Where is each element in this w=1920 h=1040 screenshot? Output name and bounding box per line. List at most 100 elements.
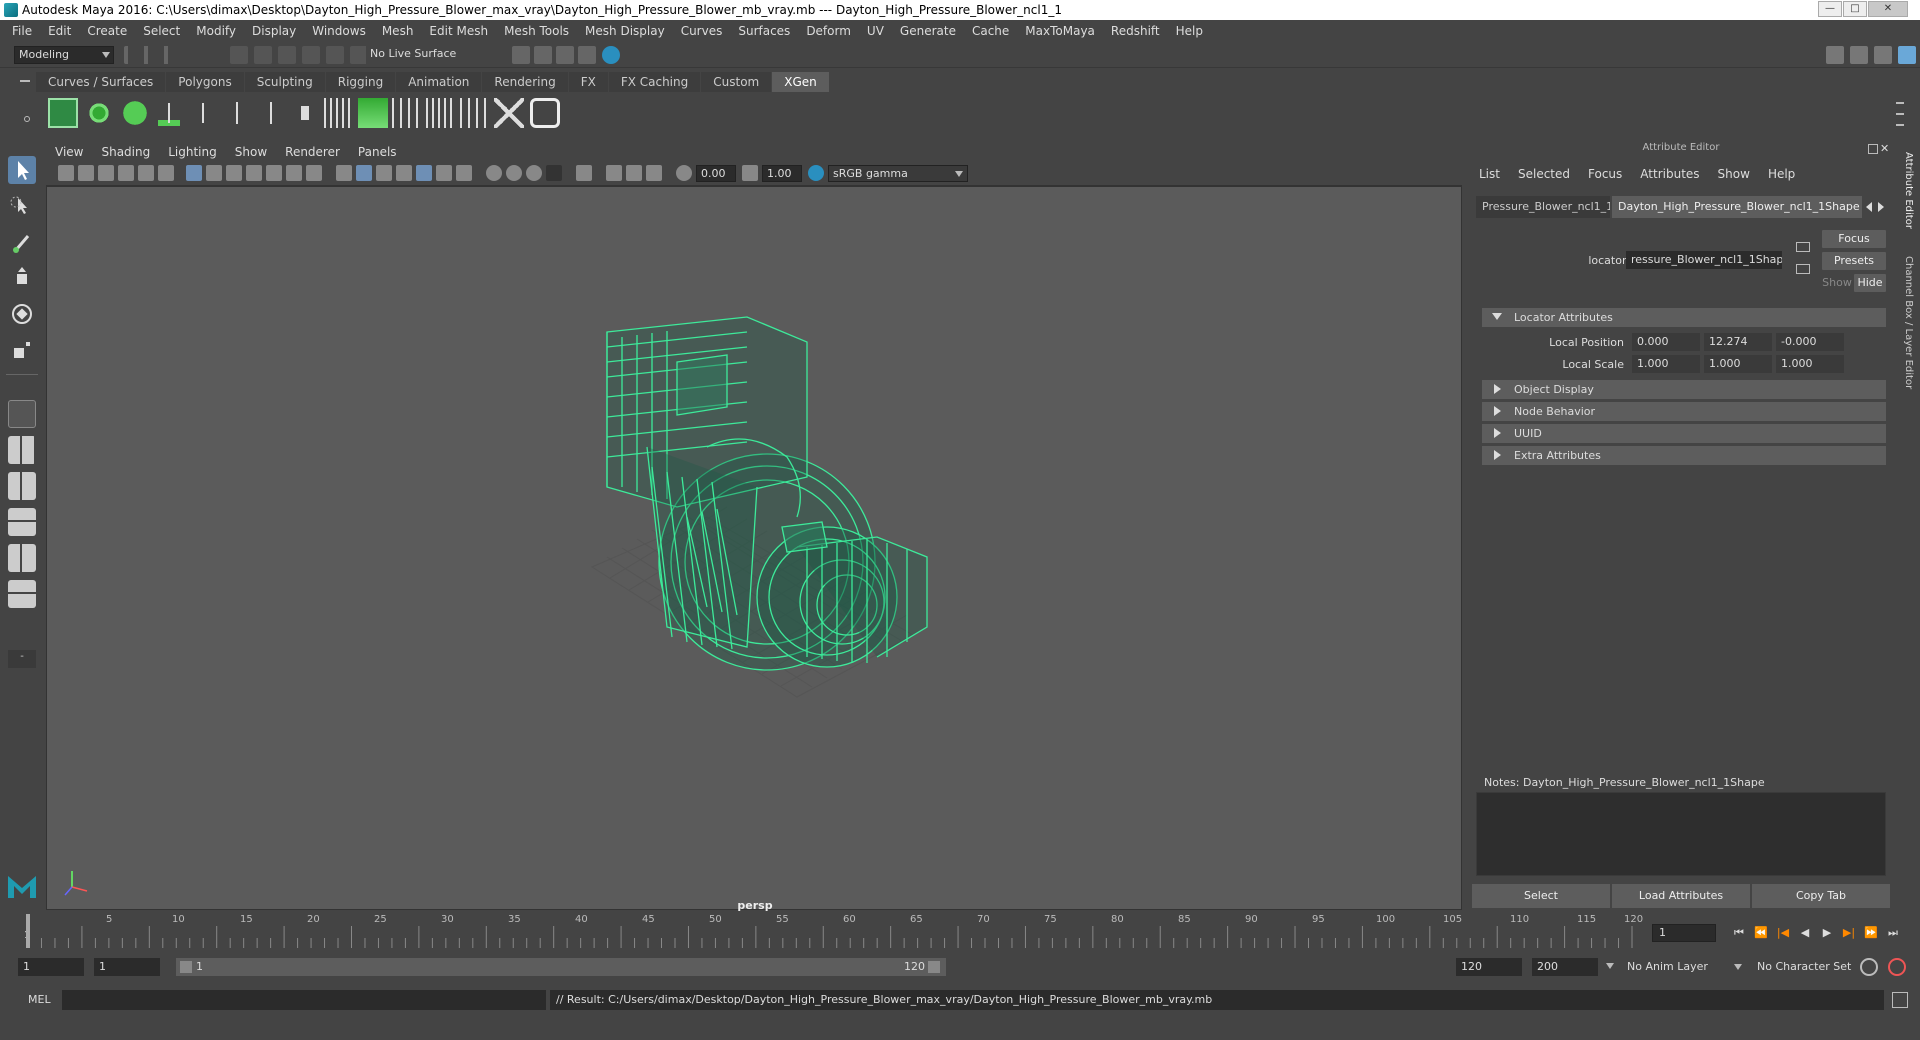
select-node-icon[interactable] xyxy=(1796,264,1810,274)
ambient-occlusion-icon[interactable] xyxy=(526,165,542,181)
shelf-tab-fx[interactable]: FX xyxy=(568,72,608,92)
shelf-tab-custom[interactable]: Custom xyxy=(701,72,772,92)
scale-tool-icon[interactable] xyxy=(8,336,36,364)
bookmark-icon[interactable] xyxy=(98,165,114,181)
local-position-y[interactable]: 12.274 xyxy=(1704,333,1772,351)
wireframe-on-shaded-icon[interactable] xyxy=(396,165,412,181)
xray-icon[interactable] xyxy=(416,165,432,181)
menu-cache[interactable]: Cache xyxy=(964,20,1017,42)
isolate-select-icon[interactable] xyxy=(576,165,592,181)
show-button[interactable]: Show xyxy=(1822,274,1852,292)
layout-side-by-side-icon[interactable] xyxy=(8,472,36,500)
section-node-behavior[interactable]: Node Behavior xyxy=(1482,402,1886,421)
focus-button[interactable]: Focus xyxy=(1822,230,1886,248)
close-button[interactable]: ✕ xyxy=(1868,1,1908,17)
hypershade-icon[interactable] xyxy=(602,46,620,64)
float-panel-icon[interactable] xyxy=(1868,144,1878,154)
attr-menu-help[interactable]: Help xyxy=(1759,167,1804,181)
select-tool-icon[interactable] xyxy=(8,156,36,184)
command-input[interactable] xyxy=(62,990,546,1010)
play-forwards-icon[interactable]: ▶ xyxy=(1820,926,1834,940)
place-guide-icon[interactable] xyxy=(154,98,184,128)
viewport-menu-shading[interactable]: Shading xyxy=(92,145,159,159)
camera-attributes-icon[interactable] xyxy=(138,165,154,181)
groom-icon[interactable] xyxy=(392,98,422,128)
color-space-dropdown[interactable]: sRGB gamma xyxy=(828,165,968,182)
tab-transform-node[interactable]: Pressure_Blower_ncl1_1 xyxy=(1476,196,1610,218)
render-frame-icon[interactable] xyxy=(512,46,530,64)
playback-start-field[interactable]: 1 xyxy=(94,958,160,976)
film-gate-icon[interactable] xyxy=(206,165,222,181)
play-backwards-icon[interactable]: ◀ xyxy=(1798,926,1812,940)
start-time-field[interactable]: 1 xyxy=(18,958,84,976)
move-tool-icon[interactable] xyxy=(8,264,36,292)
locator-name-field[interactable]: ressure_Blower_ncl1_1Shape xyxy=(1626,251,1782,269)
2d-pan-zoom-icon[interactable] xyxy=(158,165,174,181)
viewport-menu-lighting[interactable]: Lighting xyxy=(159,145,226,159)
range-slider[interactable]: 1 120 xyxy=(176,958,946,976)
color-management-icon[interactable] xyxy=(808,165,824,181)
local-scale-x[interactable]: 1.000 xyxy=(1632,355,1700,373)
viewport-menu-view[interactable]: View xyxy=(46,145,92,159)
perspective-viewport[interactable]: persp xyxy=(46,186,1462,912)
menu-mesh-display[interactable]: Mesh Display xyxy=(577,20,673,42)
shelf-scroll-icon[interactable] xyxy=(1896,98,1904,128)
step-forward-key-icon[interactable]: ▶| xyxy=(1842,926,1856,940)
channel-box-toggle-icon[interactable] xyxy=(1874,46,1892,64)
local-position-x[interactable]: 0.000 xyxy=(1632,333,1700,351)
load-attributes-button[interactable]: Load Attributes xyxy=(1612,884,1750,908)
section-object-display[interactable]: Object Display xyxy=(1482,380,1886,399)
live-surface-field[interactable]: No Live Surface xyxy=(366,46,462,64)
range-start-handle[interactable] xyxy=(180,961,192,973)
menu-generate[interactable]: Generate xyxy=(892,20,964,42)
wireframe-icon[interactable] xyxy=(336,165,352,181)
curves-to-guides-icon[interactable] xyxy=(426,98,456,128)
current-time-marker[interactable] xyxy=(26,914,30,948)
delete-guide-icon[interactable] xyxy=(494,98,524,128)
add-guide-icon[interactable] xyxy=(188,98,218,128)
maximize-button[interactable]: □ xyxy=(1843,1,1867,17)
default-material-icon[interactable] xyxy=(376,165,392,181)
select-object-icon[interactable] xyxy=(254,46,272,64)
menu-modify[interactable]: Modify xyxy=(188,20,244,42)
close-panel-icon[interactable]: ✕ xyxy=(1880,142,1889,155)
layout-persp-graph-icon[interactable] xyxy=(8,508,36,536)
exposure-icon[interactable] xyxy=(676,165,692,181)
attribute-editor-toggle-icon[interactable] xyxy=(1898,46,1916,64)
menu-create[interactable]: Create xyxy=(79,20,135,42)
motion-blur-icon[interactable] xyxy=(646,165,662,181)
guides-to-curves-icon[interactable] xyxy=(324,98,354,128)
paint-select-icon[interactable] xyxy=(8,228,36,256)
script-language-toggle[interactable]: MEL xyxy=(28,993,51,1006)
select-button[interactable]: Select xyxy=(1472,884,1610,908)
depth-of-field-icon[interactable] xyxy=(626,165,642,181)
step-back-key-icon[interactable]: |◀ xyxy=(1776,926,1790,940)
toolbox-expand-icon[interactable]: - xyxy=(8,650,36,668)
attr-menu-show[interactable]: Show xyxy=(1709,167,1759,181)
attr-menu-selected[interactable]: Selected xyxy=(1509,167,1579,181)
menu-file[interactable]: File xyxy=(4,20,40,42)
anim-layer-dropdown[interactable]: No Anim Layer xyxy=(1622,958,1746,976)
menu-select[interactable]: Select xyxy=(135,20,188,42)
attr-menu-list[interactable]: List xyxy=(1470,167,1509,181)
exposure-field[interactable]: 0.00 xyxy=(696,165,736,182)
range-end-handle[interactable] xyxy=(928,961,940,973)
local-position-z[interactable]: -0.000 xyxy=(1776,333,1844,351)
menu-edit-mesh[interactable]: Edit Mesh xyxy=(421,20,496,42)
gamma-field[interactable]: 1.00 xyxy=(762,165,802,182)
tab-next-icon[interactable] xyxy=(1878,202,1884,212)
lasso-tool-icon[interactable] xyxy=(8,192,36,220)
select-component-icon[interactable] xyxy=(278,46,296,64)
side-tab-channel-box[interactable]: Channel Box / Layer Editor xyxy=(1903,256,1914,389)
normalize-guides-icon[interactable] xyxy=(460,98,490,128)
step-forward-frame-icon[interactable]: ⏩ xyxy=(1864,926,1878,940)
camera-lock-icon[interactable] xyxy=(78,165,94,181)
move-guide-icon[interactable] xyxy=(222,98,252,128)
time-slider[interactable]: 1 5 10 15 20 25 30 35 40 45 50 55 60 65 … xyxy=(20,914,1643,948)
menu-windows[interactable]: Windows xyxy=(304,20,374,42)
shadows-icon[interactable] xyxy=(506,165,522,181)
attr-menu-attributes[interactable]: Attributes xyxy=(1631,167,1708,181)
hide-button[interactable]: Hide xyxy=(1854,274,1886,292)
auto-key-icon[interactable] xyxy=(1860,958,1878,976)
menu-surfaces[interactable]: Surfaces xyxy=(730,20,798,42)
